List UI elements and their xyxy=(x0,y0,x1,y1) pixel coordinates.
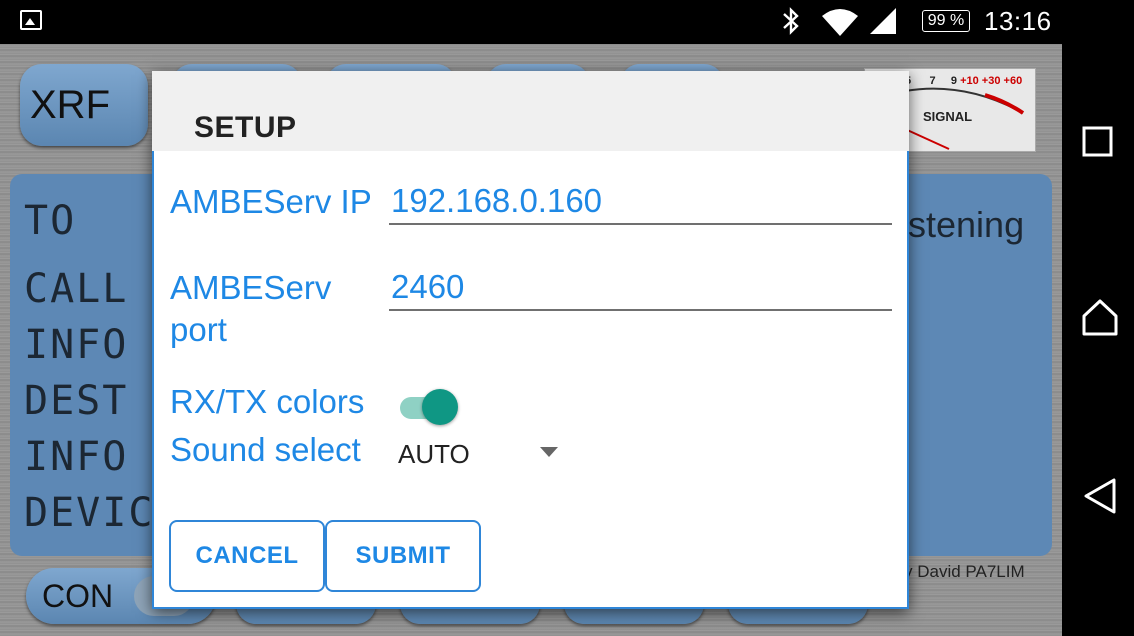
lcd-label-to: TO xyxy=(24,198,77,244)
battery-indicator: 99 % xyxy=(922,10,970,32)
back-icon[interactable] xyxy=(1080,476,1120,516)
rxtx-colors-label: RX/TX colors xyxy=(170,383,365,420)
nav-bar xyxy=(1062,0,1134,636)
dialog-header: SETUP xyxy=(152,71,909,151)
lcd-label-info: INFO xyxy=(24,322,129,368)
recent-apps-icon[interactable] xyxy=(1080,124,1116,160)
status-bar: 99 % 13:16 xyxy=(0,0,1062,44)
wifi-icon xyxy=(822,9,858,36)
ambe-ip-input[interactable] xyxy=(389,179,892,225)
setup-dialog: SETUP AMBEServ IP AMBEServ port RX/TX co… xyxy=(152,71,909,609)
gallery-icon xyxy=(20,10,42,30)
xrf-button[interactable]: XRF xyxy=(20,64,148,146)
signal-icon xyxy=(870,8,896,34)
dropdown-arrow-icon xyxy=(540,447,558,457)
rxtx-colors-toggle[interactable] xyxy=(398,389,460,425)
screen: 99 % 13:16 XRF 5 7 9 +10 +30 +6 xyxy=(0,0,1134,636)
con-label: CON xyxy=(42,578,114,614)
ambe-port-label: AMBEServ port xyxy=(170,269,332,348)
credit-text: y David PA7LIM xyxy=(904,562,1025,581)
ambe-ip-label: AMBEServ IP xyxy=(170,183,372,220)
sound-select-value: AUTO xyxy=(398,439,470,469)
submit-button[interactable]: SUBMIT xyxy=(325,520,481,592)
sound-select-dropdown[interactable]: AUTO xyxy=(396,433,566,473)
listening-status: istening xyxy=(900,204,1025,245)
lcd-label-info-2: INFO xyxy=(24,434,129,480)
sound-select-label: Sound select xyxy=(170,431,361,468)
home-icon[interactable] xyxy=(1080,298,1120,338)
lcd-label-dest: DEST xyxy=(24,378,129,424)
toggle-thumb xyxy=(422,389,458,425)
bluetooth-icon xyxy=(783,7,799,35)
signal-label: SIGNAL xyxy=(923,109,973,124)
lcd-label-call: CALL xyxy=(24,266,129,312)
status-clock: 13:16 xyxy=(984,6,1052,36)
lcd-label-device: DEVIC xyxy=(24,490,155,536)
dialog-title: SETUP xyxy=(194,111,297,144)
ambe-port-input[interactable] xyxy=(389,265,892,311)
cancel-button[interactable]: CANCEL xyxy=(169,520,325,592)
